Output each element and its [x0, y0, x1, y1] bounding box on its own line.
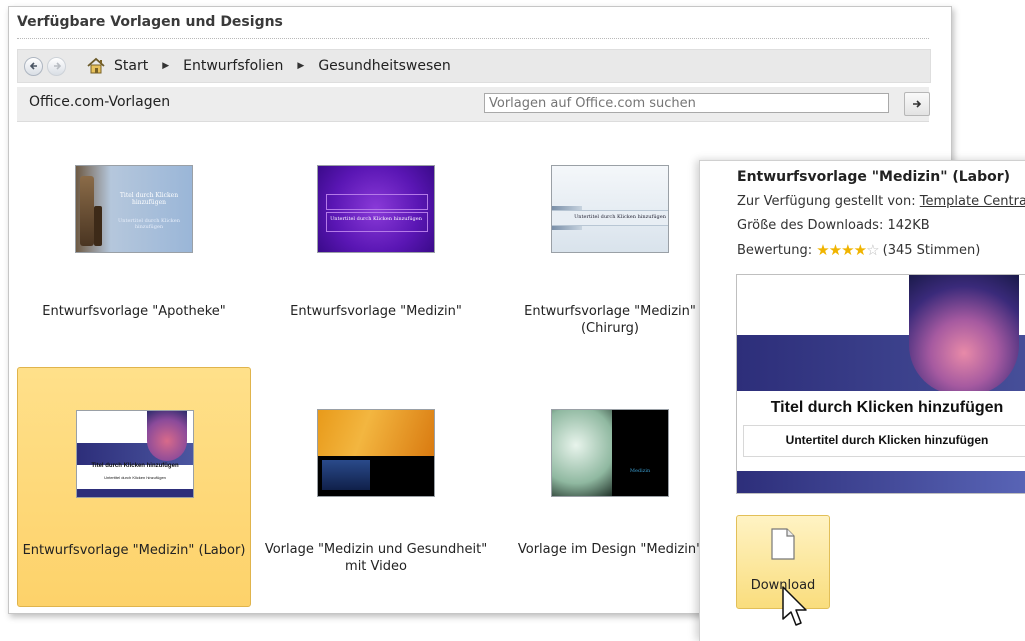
star-icon: ★ [853, 241, 867, 259]
provided-by-label: Zur Verfügung gestellt von: [737, 194, 916, 209]
votes-count: (345 Stimmen) [882, 243, 981, 258]
template-preview: Titel durch Klicken hinzufügen Untertite… [736, 274, 1025, 494]
template-details-panel: Entwurfsvorlage "Medizin" (Labor) Zur Ve… [699, 160, 1025, 641]
search-input[interactable] [484, 93, 889, 113]
template-label-line1: Entwurfsvorlage "Medizin" [524, 304, 696, 319]
download-label: Download [750, 578, 816, 593]
arrow-right-icon [53, 62, 61, 70]
back-button[interactable] [24, 56, 43, 76]
rating-label: Bewertung: [737, 243, 813, 258]
template-label: Entwurfsvorlage "Apotheke" [42, 304, 226, 319]
thumbnail-title: Untertitel durch Klicken hinzufügen [330, 216, 422, 222]
template-label-line2: (Chirurg) [580, 321, 640, 336]
thumbnail-title: Untertitel durch Klicken hinzufügen [574, 214, 666, 220]
preview-subtitle: Untertitel durch Klicken hinzufügen [785, 433, 989, 447]
template-thumbnail: Titel durch Klicken hinzufügen Untertite… [76, 410, 194, 498]
arrow-left-icon [29, 62, 37, 70]
template-thumbnail: Untertitel durch Klicken hinzufügen [317, 165, 435, 253]
template-tile-labor[interactable]: Titel durch Klicken hinzufügen Untertite… [17, 367, 251, 607]
download-button[interactable]: Download [736, 515, 830, 609]
template-tile-video[interactable]: Vorlage "Medizin und Gesundheit" mit Vid… [259, 367, 493, 607]
breadcrumb-start[interactable]: Start [114, 58, 148, 74]
search-button[interactable] [904, 92, 930, 116]
star-icon: ★ [816, 241, 829, 259]
template-tile-apotheke[interactable]: Titel durch Klicken hinzufügen Untertite… [17, 123, 251, 363]
star-icon: ★ [841, 241, 854, 259]
provided-by-row: Zur Verfügung gestellt von: Template Cen… [737, 194, 1025, 209]
home-icon[interactable] [86, 57, 106, 75]
preview-footer [737, 471, 1025, 493]
office-templates-bar: Office.com-Vorlagen [17, 87, 930, 122]
rating-stars: ★★★★☆ [816, 241, 879, 259]
forward-button[interactable] [47, 56, 66, 76]
rating-row: Bewertung: ★★★★☆ (345 Stimmen) [737, 241, 980, 259]
template-label: Vorlage im Design "Medizin" [517, 542, 703, 557]
template-label: Entwurfsvorlage "Medizin" (Labor) [22, 543, 246, 558]
thumbnail-subtitle: Untertitel durch Klicken hinzufügen [104, 475, 166, 480]
template-thumbnail: Untertitel durch Klicken hinzufügen [551, 165, 669, 253]
template-tile-design[interactable]: Medizin Vorlage im Design "Medizin" [493, 367, 727, 607]
thumbnail-title: Titel durch Klicken hinzufügen [91, 463, 179, 469]
star-outline-icon: ☆ [866, 241, 879, 259]
template-tile-chirurg[interactable]: Untertitel durch Klicken hinzufügen Entw… [493, 123, 727, 363]
breadcrumb-entwurfsfolien[interactable]: Entwurfsfolien [183, 58, 283, 74]
template-label-line2: mit Video [345, 559, 407, 574]
template-thumbnail: Medizin [551, 409, 669, 497]
provider-link[interactable]: Template Central [920, 194, 1025, 209]
thumbnail-title: Titel durch Klicken hinzufügen [119, 192, 179, 206]
chevron-right-icon[interactable]: ▶ [162, 61, 169, 71]
source-label: Office.com-Vorlagen [29, 94, 171, 110]
thumbnail-title: Medizin [629, 468, 651, 474]
template-thumbnail [317, 409, 435, 497]
breadcrumb-bar: Start ▶ Entwurfsfolien ▶ Gesundheitswese… [17, 49, 931, 83]
template-tile-medizin[interactable]: Untertitel durch Klicken hinzufügen Entw… [259, 123, 493, 363]
template-label-line1: Vorlage "Medizin und Gesundheit" [264, 542, 488, 557]
heading-divider [17, 38, 929, 39]
chevron-right-icon[interactable]: ▶ [297, 61, 304, 71]
template-label: Entwurfsvorlage "Medizin" [290, 304, 462, 319]
breadcrumb-gesundheitswesen[interactable]: Gesundheitswesen [318, 58, 450, 74]
document-icon [771, 528, 795, 560]
download-size: Größe des Downloads: 142KB [737, 218, 930, 233]
arrow-right-icon [913, 100, 922, 108]
template-thumbnail: Titel durch Klicken hinzufügen Untertite… [75, 165, 193, 253]
thumbnail-subtitle: Untertitel durch Klicken hinzufügen [118, 218, 180, 230]
section-heading: Verfügbare Vorlagen und Designs [17, 14, 283, 30]
details-title: Entwurfsvorlage "Medizin" (Labor) [737, 169, 1011, 185]
star-icon: ★ [828, 241, 842, 259]
flask-image [909, 275, 1019, 395]
preview-title: Titel durch Klicken hinzufügen [770, 399, 1004, 416]
